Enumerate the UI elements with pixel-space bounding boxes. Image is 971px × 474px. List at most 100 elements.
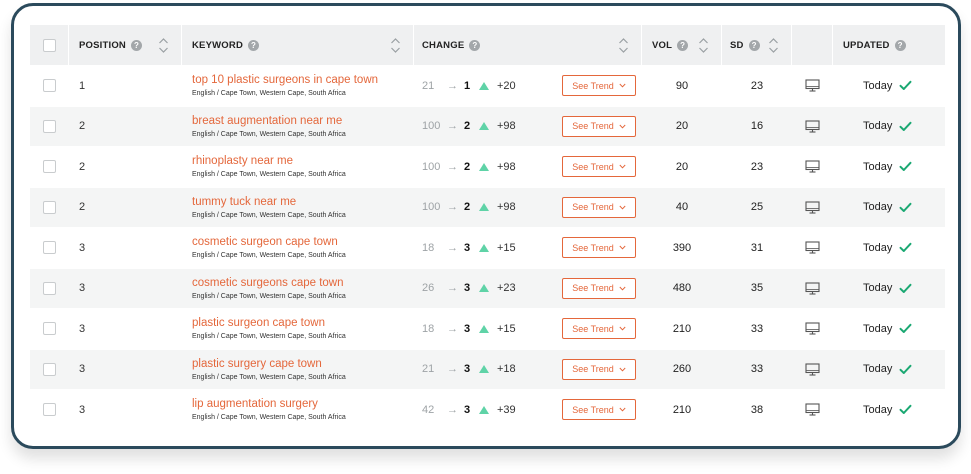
device-cell (792, 269, 833, 309)
keyword-link[interactable]: breast augmentation near me (192, 115, 346, 127)
help-icon[interactable]: ? (248, 39, 260, 51)
old-position: 18 (422, 241, 435, 254)
keyword-cell: cosmetic surgeons cape town English / Ca… (182, 269, 414, 309)
sd-cell: 23 (722, 66, 792, 106)
position-value: 3 (79, 241, 86, 254)
vol-value: 20 (675, 160, 689, 173)
position-cell: 2 (69, 147, 182, 187)
new-position: 3 (464, 241, 471, 254)
help-icon[interactable]: ? (894, 39, 906, 51)
sort-icon[interactable] (618, 37, 629, 54)
vol-value: 40 (675, 201, 689, 214)
position-cell: 3 (69, 309, 182, 349)
updated-cell: Today (833, 66, 945, 106)
keyword-table: POSITION ? KEYWORD ? CHANGE ? VOL ? SD ?… (30, 25, 945, 431)
vol-cell: 90 (642, 66, 722, 106)
device-cell (792, 107, 833, 147)
old-position: 21 (422, 363, 435, 376)
change-cell: 21 → 3 +18 See Trend (414, 350, 642, 390)
keyword-link[interactable]: tummy tuck near me (192, 196, 346, 208)
see-trend-button[interactable]: See Trend (562, 237, 636, 258)
new-position: 2 (464, 160, 471, 173)
vol-value: 90 (675, 79, 689, 92)
see-trend-button[interactable]: See Trend (562, 318, 636, 339)
table-row: 1 top 10 plastic surgeons in cape town E… (30, 66, 945, 107)
help-icon[interactable]: ? (748, 39, 760, 51)
help-icon[interactable]: ? (469, 39, 481, 51)
see-trend-button[interactable]: See Trend (562, 358, 636, 380)
updated-value: Today (863, 322, 893, 335)
row-select-cell (30, 66, 69, 106)
row-checkbox[interactable] (43, 160, 56, 174)
old-position: 100 (422, 120, 441, 133)
see-trend-button[interactable]: See Trend (562, 115, 636, 137)
triangle-up-icon (479, 243, 489, 252)
keyword-link[interactable]: cosmetic surgeon cape town (192, 236, 346, 248)
position-delta: +15 (497, 241, 516, 254)
triangle-up-icon (479, 365, 489, 374)
keyword-link[interactable]: plastic surgery cape town (192, 358, 346, 370)
row-checkbox[interactable] (43, 200, 56, 214)
new-position: 2 (464, 120, 471, 133)
keyword-link[interactable]: lip augmentation surgery (192, 398, 346, 410)
old-position: 100 (422, 160, 441, 173)
sort-icon[interactable] (390, 37, 401, 54)
position-value: 3 (79, 363, 86, 376)
keyword-link[interactable]: plastic surgeon cape town (192, 317, 346, 329)
sd-value: 33 (750, 322, 764, 335)
sd-value: 33 (750, 363, 764, 376)
vol-value: 210 (672, 403, 692, 416)
keyword-location: English / Cape Town, Western Cape, South… (192, 171, 346, 179)
device-cell (792, 390, 833, 430)
header-change[interactable]: CHANGE ? (414, 25, 642, 65)
header-keyword[interactable]: KEYWORD ? (182, 25, 414, 65)
header-sd[interactable]: SD ? (722, 25, 792, 65)
sort-icon[interactable] (698, 37, 709, 54)
keyword-link[interactable]: cosmetic surgeons cape town (192, 277, 346, 289)
sort-icon[interactable] (158, 37, 169, 54)
see-trend-button[interactable]: See Trend (562, 277, 636, 299)
row-checkbox[interactable] (43, 322, 56, 336)
chevron-down-icon (619, 367, 626, 372)
old-position: 18 (422, 322, 435, 335)
change-cell: 100 → 2 +98 See Trend (414, 107, 642, 147)
chevron-down-icon (619, 205, 626, 210)
arrow-right-icon: → (447, 363, 458, 376)
see-trend-button[interactable]: See Trend (562, 196, 636, 218)
checkmark-icon (899, 243, 912, 253)
change-cell: 42 → 3 +39 See Trend (414, 390, 642, 430)
row-checkbox[interactable] (43, 119, 56, 133)
row-checkbox[interactable] (43, 362, 56, 376)
sort-icon[interactable] (768, 37, 779, 54)
select-all-checkbox[interactable] (42, 38, 56, 52)
keyword-link[interactable]: top 10 plastic surgeons in cape town (192, 74, 378, 86)
see-trend-button[interactable]: See Trend (562, 399, 636, 420)
keyword-cell: cosmetic surgeon cape town English / Cap… (182, 228, 414, 268)
table-header: POSITION ? KEYWORD ? CHANGE ? VOL ? SD ?… (30, 25, 945, 66)
row-checkbox[interactable] (43, 79, 56, 93)
row-checkbox[interactable] (43, 241, 56, 255)
help-icon[interactable]: ? (131, 39, 142, 51)
position-cell: 1 (69, 66, 182, 106)
triangle-up-icon (479, 203, 489, 212)
keyword-cell: top 10 plastic surgeons in cape town Eng… (182, 66, 414, 106)
updated-cell: Today (833, 228, 945, 268)
arrow-right-icon: → (447, 120, 458, 133)
header-position[interactable]: POSITION ? (69, 25, 182, 65)
row-checkbox[interactable] (43, 281, 56, 295)
chevron-down-icon (619, 407, 626, 412)
device-cell (792, 66, 833, 106)
keyword-link[interactable]: rhinoplasty near me (192, 155, 346, 167)
row-select-cell (30, 147, 69, 187)
change-cell: 18 → 3 +15 See Trend (414, 309, 642, 349)
header-vol[interactable]: VOL ? (642, 25, 722, 65)
keyword-cell: plastic surgeon cape town English / Cape… (182, 309, 414, 349)
help-icon[interactable]: ? (677, 39, 689, 51)
position-delta: +23 (497, 282, 516, 295)
see-trend-button[interactable]: See Trend (562, 156, 636, 177)
see-trend-button[interactable]: See Trend (562, 75, 636, 96)
row-checkbox[interactable] (43, 403, 56, 417)
header-updated[interactable]: UPDATED ? (833, 25, 945, 65)
table-row: 2 breast augmentation near me English / … (30, 106, 945, 147)
device-cell (792, 147, 833, 187)
